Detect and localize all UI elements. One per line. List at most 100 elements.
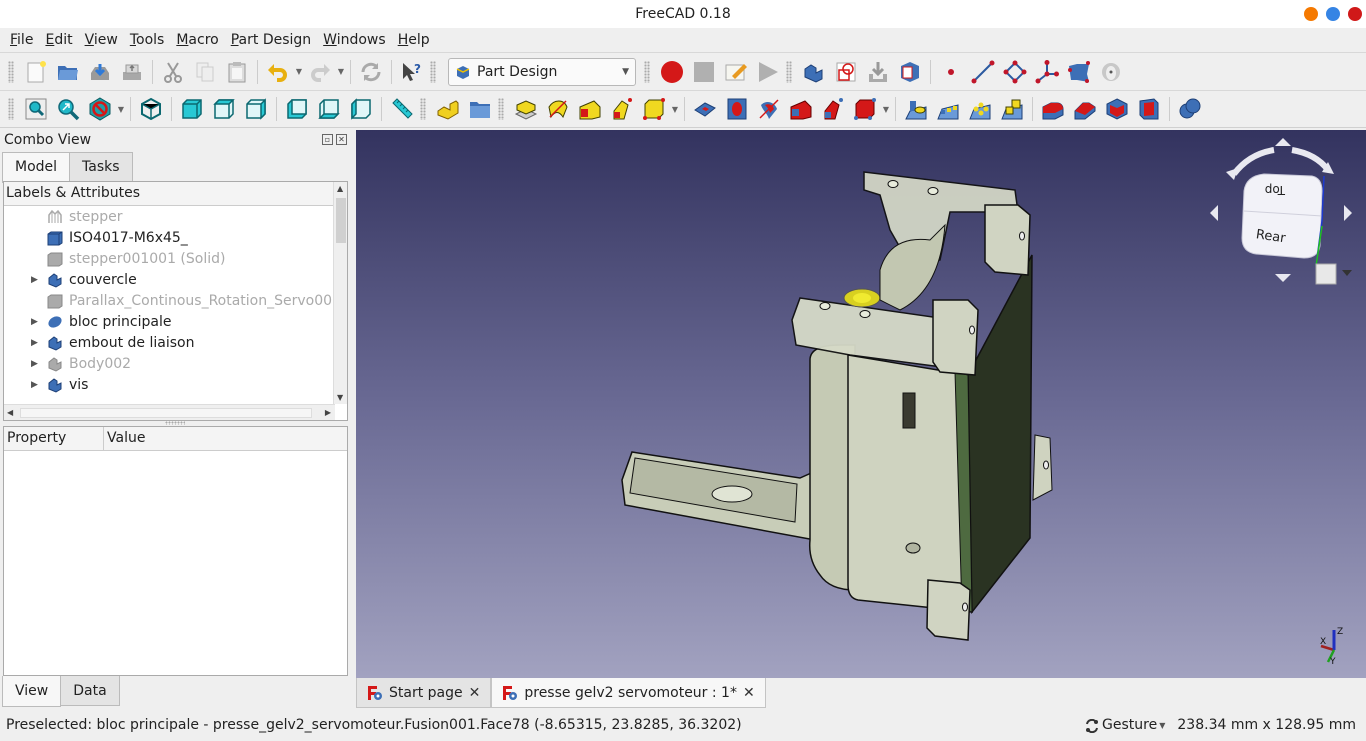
- view-right-button[interactable]: [241, 94, 271, 124]
- redo-dropdown[interactable]: ▼: [336, 57, 346, 87]
- tree-item[interactable]: Parallax_Continous_Rotation_Servo00:: [4, 290, 334, 311]
- expand-arrow-icon[interactable]: ▶: [31, 338, 38, 348]
- toolbar-grip[interactable]: [786, 60, 792, 83]
- navigation-style-selector[interactable]: Gesture ▼: [1084, 710, 1165, 741]
- close-panel-button[interactable]: ✕: [336, 134, 347, 145]
- panel-splitter[interactable]: [165, 421, 185, 425]
- nav-right-arrow-icon[interactable]: [1344, 205, 1352, 221]
- tree-item[interactable]: stepper: [4, 206, 334, 227]
- polar-pattern-button[interactable]: [965, 94, 995, 124]
- datum-line-button[interactable]: [968, 57, 998, 87]
- fillet-button[interactable]: [1038, 94, 1068, 124]
- additive-pipe-button[interactable]: [607, 94, 637, 124]
- hole-button[interactable]: [722, 94, 752, 124]
- open-sketch-button[interactable]: [465, 94, 495, 124]
- view-isometric-button[interactable]: [136, 94, 166, 124]
- tab-data[interactable]: Data: [60, 676, 120, 706]
- shape-binder-button[interactable]: [1064, 57, 1094, 87]
- view-bottom-button[interactable]: [314, 94, 344, 124]
- pocket-button[interactable]: [690, 94, 720, 124]
- import-button[interactable]: [863, 57, 893, 87]
- tab-model[interactable]: Model: [2, 152, 71, 183]
- maximize-button[interactable]: [1326, 7, 1340, 21]
- draw-style-button[interactable]: [85, 94, 115, 124]
- cut-button[interactable]: [158, 57, 188, 87]
- new-document-button[interactable]: [21, 57, 51, 87]
- nav-up-arrow-icon[interactable]: [1275, 138, 1291, 146]
- subtractive-pipe-button[interactable]: [818, 94, 848, 124]
- macro-stop-button[interactable]: [689, 57, 719, 87]
- menu-part-design[interactable]: Part Design: [225, 29, 317, 51]
- tree-horizontal-scrollbar[interactable]: ◀ ▶: [4, 404, 335, 420]
- view-top-button[interactable]: [209, 94, 239, 124]
- scroll-up-icon[interactable]: ▲: [337, 184, 343, 193]
- mirrored-button[interactable]: [901, 94, 931, 124]
- expand-arrow-icon[interactable]: ▶: [31, 380, 38, 390]
- whats-this-button[interactable]: ?: [397, 57, 427, 87]
- datum-plane-button[interactable]: [1000, 57, 1030, 87]
- draft-button[interactable]: [1102, 94, 1132, 124]
- tree-item[interactable]: ▶ vis: [4, 374, 334, 395]
- tree-item[interactable]: ▶ Body002: [4, 353, 334, 374]
- tab-presse-gelv2-servomoteur[interactable]: presse gelv2 servomoteur : 1* ✕: [491, 678, 766, 708]
- fit-selection-button[interactable]: [53, 94, 83, 124]
- view-front-button[interactable]: [177, 94, 207, 124]
- tree-item[interactable]: ISO4017-M6x45_: [4, 227, 334, 248]
- scrollbar-thumb[interactable]: [336, 198, 346, 243]
- tree-vertical-scrollbar[interactable]: ▲ ▼: [333, 182, 347, 404]
- subtractive-loft-button[interactable]: [786, 94, 816, 124]
- draw-style-dropdown[interactable]: ▼: [116, 94, 126, 124]
- rotate-left-icon[interactable]: [1231, 147, 1275, 176]
- undock-button[interactable]: ▫: [322, 134, 333, 145]
- expand-arrow-icon[interactable]: ▶: [31, 275, 38, 285]
- macro-record-button[interactable]: [657, 57, 687, 87]
- scroll-down-icon[interactable]: ▼: [337, 393, 343, 402]
- menu-view[interactable]: View: [79, 29, 124, 51]
- subtractive-primitive-dropdown[interactable]: ▼: [881, 94, 891, 124]
- scrollbar-thumb[interactable]: [20, 408, 312, 418]
- scroll-right-icon[interactable]: ▶: [325, 408, 331, 417]
- fit-all-button[interactable]: [21, 94, 51, 124]
- create-body-button[interactable]: [799, 57, 829, 87]
- toolbar-grip[interactable]: [430, 60, 436, 83]
- view-menu-dropdown-icon[interactable]: [1342, 270, 1352, 276]
- nav-down-arrow-icon[interactable]: [1275, 274, 1291, 282]
- copy-button[interactable]: [190, 57, 220, 87]
- nav-left-arrow-icon[interactable]: [1210, 205, 1218, 221]
- toolbar-grip[interactable]: [498, 98, 504, 120]
- view-menu-cube-icon[interactable]: [1315, 263, 1337, 285]
- view-rear-button[interactable]: [282, 94, 312, 124]
- menu-tools[interactable]: Tools: [124, 29, 171, 51]
- revolution-button[interactable]: [543, 94, 573, 124]
- redo-button[interactable]: [305, 57, 335, 87]
- multi-transform-button[interactable]: [997, 94, 1027, 124]
- paste-button[interactable]: [222, 57, 252, 87]
- thickness-button[interactable]: [1134, 94, 1164, 124]
- pad-button[interactable]: [511, 94, 541, 124]
- menu-file[interactable]: File: [4, 29, 39, 51]
- save-as-button[interactable]: [117, 57, 147, 87]
- view-left-button[interactable]: [346, 94, 376, 124]
- menu-edit[interactable]: Edit: [39, 29, 78, 51]
- toolbar-grip[interactable]: [8, 60, 14, 83]
- property-column-header[interactable]: Property: [4, 427, 104, 450]
- additive-primitive-dropdown[interactable]: ▼: [670, 94, 680, 124]
- boolean-button[interactable]: [1175, 94, 1205, 124]
- rotate-right-icon[interactable]: [1291, 147, 1331, 172]
- menu-macro[interactable]: Macro: [170, 29, 224, 51]
- close-tab-icon[interactable]: ✕: [743, 685, 755, 701]
- undo-button[interactable]: [263, 57, 293, 87]
- sub-shape-binder-button[interactable]: [1096, 57, 1126, 87]
- tab-view[interactable]: View: [2, 676, 62, 707]
- value-column-header[interactable]: Value: [104, 427, 145, 450]
- tab-tasks[interactable]: Tasks: [69, 152, 133, 182]
- toolbar-grip[interactable]: [8, 98, 14, 120]
- minimize-button[interactable]: [1304, 7, 1318, 21]
- measure-distance-button[interactable]: [387, 94, 417, 124]
- workbench-selector[interactable]: Part Design ▼: [448, 57, 636, 86]
- groove-button[interactable]: [754, 94, 784, 124]
- tab-start-page[interactable]: Start page ✕: [356, 678, 492, 708]
- tree-item[interactable]: ▶ couvercle: [4, 269, 334, 290]
- save-button[interactable]: [85, 57, 115, 87]
- open-button[interactable]: [53, 57, 83, 87]
